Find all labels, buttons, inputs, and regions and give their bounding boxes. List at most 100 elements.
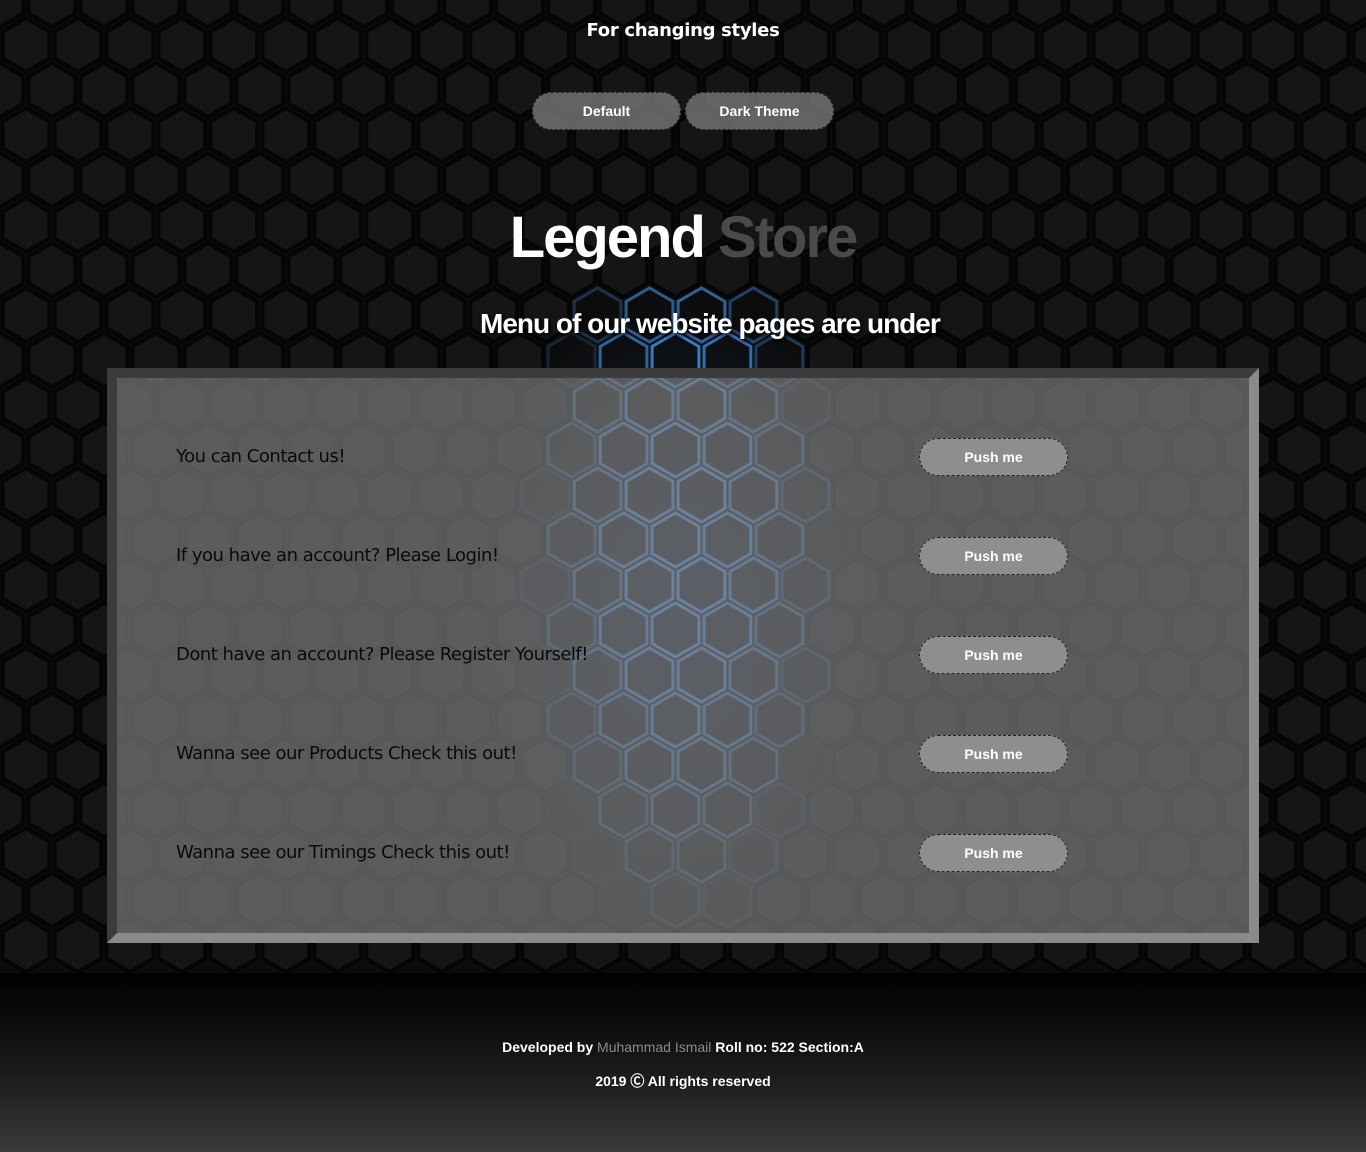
hexagon-tile <box>442 150 493 210</box>
hexagon-tile <box>364 105 416 165</box>
products-push-button[interactable]: Push me <box>919 735 1068 773</box>
hexagon-tile <box>0 690 26 750</box>
hexagon-tile <box>0 600 26 660</box>
hexagon-tile <box>909 150 961 210</box>
hexagon-tile <box>0 375 52 435</box>
login-push-button[interactable]: Push me <box>919 537 1068 575</box>
hexagon-tile <box>832 105 883 165</box>
menu-panel: You can Contact us! Push me If you have … <box>107 368 1259 943</box>
hexagon-tile <box>78 150 130 210</box>
timings-push-button[interactable]: Push me <box>919 834 1068 872</box>
hexagon-tile <box>0 60 26 120</box>
hexagon-tile <box>883 105 935 165</box>
hexagon-tile <box>26 330 78 390</box>
hexagon-tile <box>0 780 26 840</box>
hexagon-tile <box>0 510 26 570</box>
menu-item-label: Dont have an account? Please Register Yo… <box>176 644 589 665</box>
hexagon-tile <box>1221 150 1273 210</box>
hexagon-tile <box>546 150 597 210</box>
developer-credit: Developed by Muhammad Ismail Roll no: 52… <box>0 1039 1366 1055</box>
hexagon-tile <box>234 150 286 210</box>
register-push-button[interactable]: Push me <box>919 636 1068 674</box>
hexagon-tile <box>858 150 909 210</box>
menu-item-login: If you have an account? Please Login! Pu… <box>176 537 1076 577</box>
hexagon-tile <box>1325 420 1366 480</box>
hexagon-tile <box>1195 285 1247 345</box>
contact-push-button[interactable]: Push me <box>919 438 1068 476</box>
theme-switcher: Default Dark Theme <box>532 92 834 130</box>
hexagon-tile <box>1325 60 1366 120</box>
footer-background <box>0 973 1366 1152</box>
hexagon-tile <box>754 150 805 210</box>
menu-item-label: You can Contact us! <box>176 446 346 467</box>
hexagon-tile <box>1195 105 1247 165</box>
hexagon-tile <box>1325 690 1366 750</box>
hexagon-tile <box>1299 375 1351 435</box>
site-title: Legend Store <box>0 204 1366 271</box>
hexagon-tile <box>1325 510 1366 570</box>
hexagon-tile <box>52 645 104 705</box>
hexagon-tile <box>182 60 234 120</box>
hexagon-tile <box>858 60 909 120</box>
hexagon-tile <box>208 105 260 165</box>
hexagon-tile <box>390 60 442 120</box>
hexagon-tile <box>442 60 493 120</box>
hexagon-tile <box>0 330 26 390</box>
hexagon-tile <box>0 285 52 345</box>
hexagon-tile <box>1273 150 1325 210</box>
hexagon-tile <box>0 150 26 210</box>
hexagon-tile <box>1065 60 1117 120</box>
style-caption: For changing styles <box>586 20 780 41</box>
hexagon-tile <box>1325 150 1366 210</box>
hexagon-tile <box>1039 105 1091 165</box>
hexagon-tile <box>1013 150 1065 210</box>
hexagon-tile <box>1273 870 1325 930</box>
hexagon-tile <box>26 600 78 660</box>
hexagon-tile <box>52 465 104 525</box>
developed-by-label: Developed by <box>502 1039 594 1055</box>
hexagon-tile <box>987 285 1039 345</box>
hexagon-tile <box>1273 600 1325 660</box>
menu-heading: Menu of our website pages are under <box>480 308 941 339</box>
hexagon-tile <box>0 105 52 165</box>
hexagon-tile <box>1299 735 1351 795</box>
hexagon-tile <box>702 150 753 210</box>
hexagon-tile <box>26 870 78 930</box>
menu-item-timings: Wanna see our Timings Check this out! Pu… <box>176 834 1076 874</box>
hexagon-tile <box>182 150 234 210</box>
hexagon-tile <box>1273 60 1325 120</box>
hexagon-tile <box>104 105 156 165</box>
copyright-notice: 2019 Ⓒ All rights reserved <box>595 1073 771 1089</box>
hexagon-tile <box>1143 285 1195 345</box>
hexagon-tile <box>1299 285 1351 345</box>
hexagon-tile <box>1221 60 1273 120</box>
dark-theme-button[interactable]: Dark Theme <box>685 92 834 130</box>
hexagon-tile <box>1117 60 1169 120</box>
menu-item-register: Dont have an account? Please Register Yo… <box>176 636 1076 676</box>
hexagon-tile <box>52 735 104 795</box>
default-theme-button[interactable]: Default <box>532 92 681 130</box>
hexagon-tile <box>312 105 364 165</box>
hexagon-tile <box>26 60 78 120</box>
hexagon-tile <box>1247 285 1299 345</box>
hexagon-tile <box>26 780 78 840</box>
menu-item-label: Wanna see our Products Check this out! <box>176 743 517 764</box>
hexagon-tile <box>52 375 104 435</box>
hexagon-tile <box>390 150 442 210</box>
hexagon-tile <box>961 150 1013 210</box>
hexagon-tile <box>0 870 26 930</box>
hexagon-tile <box>260 285 312 345</box>
hexagon-tile <box>1091 105 1143 165</box>
hexagon-tile <box>52 555 104 615</box>
hexagon-tile <box>0 825 52 885</box>
hexagon-tile <box>1273 330 1325 390</box>
hexagon-tile <box>286 150 338 210</box>
hexagon-tile <box>286 60 338 120</box>
hexagon-tile <box>130 60 182 120</box>
hexagon-tile <box>0 915 52 973</box>
hexagon-tile <box>806 150 857 210</box>
hexagon-tile <box>1065 150 1117 210</box>
hexagon-tile <box>26 510 78 570</box>
hexagon-tile <box>0 420 26 480</box>
hexagon-tile <box>52 285 104 345</box>
